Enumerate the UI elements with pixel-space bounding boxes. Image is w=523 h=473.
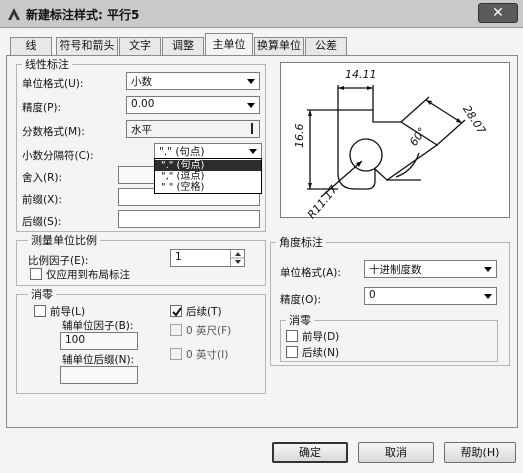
linear-group-label: 线性标注 [22,56,72,72]
layout-only-label: 仅应用到布局标注 [46,269,130,281]
dropdown-option-space[interactable]: " " (空格) [155,182,261,193]
decimal-separator-dropdown: "." (句点) "," (逗点) " " (空格) [154,158,262,194]
scale-group-label: 测量单位比例 [28,232,100,248]
precision-label: 精度(P): [22,102,62,114]
trailing-zero-label: 后续(T) [186,306,222,318]
preview-dim-top: 14.11 [345,68,377,81]
decimal-separator-select[interactable]: "." (句点) [154,143,262,159]
angular-group-label: 角度标注 [276,234,326,250]
chevron-down-icon [484,267,492,272]
angular-trailing-checkbox[interactable] [286,346,298,358]
fraction-format-value: 水平 [131,124,152,136]
tab-symbols-arrows[interactable]: 符号和箭头 [56,37,118,55]
fraction-format-select[interactable]: 水平 [126,120,260,138]
precision-value: 0.00 [131,98,155,110]
zero-feet-checkbox[interactable] [170,324,182,336]
layout-only-checkbox[interactable] [30,268,42,280]
scale-factor-spinner[interactable] [230,250,245,266]
dropdown-option-comma[interactable]: "," (逗点) [155,171,261,182]
sub-unit-factor-label: 辅单位因子(B): [62,320,134,332]
tab-tolerances[interactable]: 公差 [305,37,347,55]
fraction-format-label: 分数格式(M): [22,126,85,138]
chevron-down-icon [484,294,492,299]
cancel-button[interactable]: 取消 [358,442,434,463]
scale-factor-label: 比例因子(E): [28,255,89,267]
preview-pane: 14.11 16.6 28.07 60° R11.17 [280,62,510,221]
window-title: 新建标注样式: 平行5 [26,8,140,22]
sub-unit-factor-input[interactable]: 100 [60,332,138,350]
zero-inches-label: 0 英寸(I) [186,349,229,361]
chevron-down-icon [249,149,257,154]
checkmark-icon [172,307,182,317]
trailing-zero-checkbox[interactable] [170,305,182,317]
ok-button[interactable]: 确定 [272,442,348,463]
angular-leading-label: 前导(D) [302,331,340,343]
sub-unit-suffix-input[interactable] [60,366,138,384]
leading-zero-label: 前导(L) [50,306,86,318]
decimal-separator-label: 小数分隔符(C): [22,150,94,162]
angular-trailing-label: 后续(N) [302,347,340,359]
preview-drawing [307,85,466,198]
angular-unit-format-select[interactable]: 十进制度数 [364,260,497,278]
chevron-down-icon [247,79,255,84]
scale-factor-value: 1 [175,251,182,263]
angular-zero-group-label: 消零 [286,312,314,328]
tab-lines[interactable]: 线 [10,37,52,55]
sub-unit-factor-value: 100 [65,334,86,346]
leading-zero-checkbox[interactable] [34,305,46,317]
sub-unit-suffix-label: 辅单位后缀(N): [62,354,135,366]
angular-unit-format-label: 单位格式(A): [280,267,341,279]
angular-precision-value: 0 [369,289,376,301]
tab-text[interactable]: 文字 [119,37,161,55]
autocad-app-icon [6,6,22,22]
tab-primary-units[interactable]: 主单位 [205,33,253,56]
chevron-down-icon [251,123,253,134]
unit-format-value: 小数 [131,76,152,88]
precision-select[interactable]: 0.00 [126,96,260,114]
suffix-input[interactable] [118,210,260,228]
suffix-label: 后缀(S): [22,216,62,228]
dropdown-option-period[interactable]: "." (句点) [155,160,261,171]
angular-unit-format-value: 十进制度数 [369,264,422,276]
tab-fit[interactable]: 调整 [162,37,204,55]
chevron-down-icon [247,103,255,108]
scale-factor-input[interactable]: 1 [170,249,245,267]
zero-inches-checkbox[interactable] [170,348,182,360]
close-button[interactable]: ✕ [478,3,518,23]
angular-precision-label: 精度(O): [280,294,321,306]
zero-group-label: 消零 [28,286,56,302]
zero-feet-label: 0 英尺(F) [186,325,232,337]
preview-dim-left: 16.6 [293,123,306,149]
angular-leading-checkbox[interactable] [286,330,298,342]
tab-alternate-units[interactable]: 换算单位 [254,37,304,55]
unit-format-label: 单位格式(U): [22,78,84,90]
decimal-separator-value: "." (句点) [159,146,205,158]
prefix-label: 前缀(X): [22,194,62,206]
unit-format-select[interactable]: 小数 [126,72,260,90]
angular-precision-select[interactable]: 0 [364,287,497,305]
roundoff-label: 舍入(R): [22,172,63,184]
help-button[interactable]: 帮助(H) [444,442,516,463]
